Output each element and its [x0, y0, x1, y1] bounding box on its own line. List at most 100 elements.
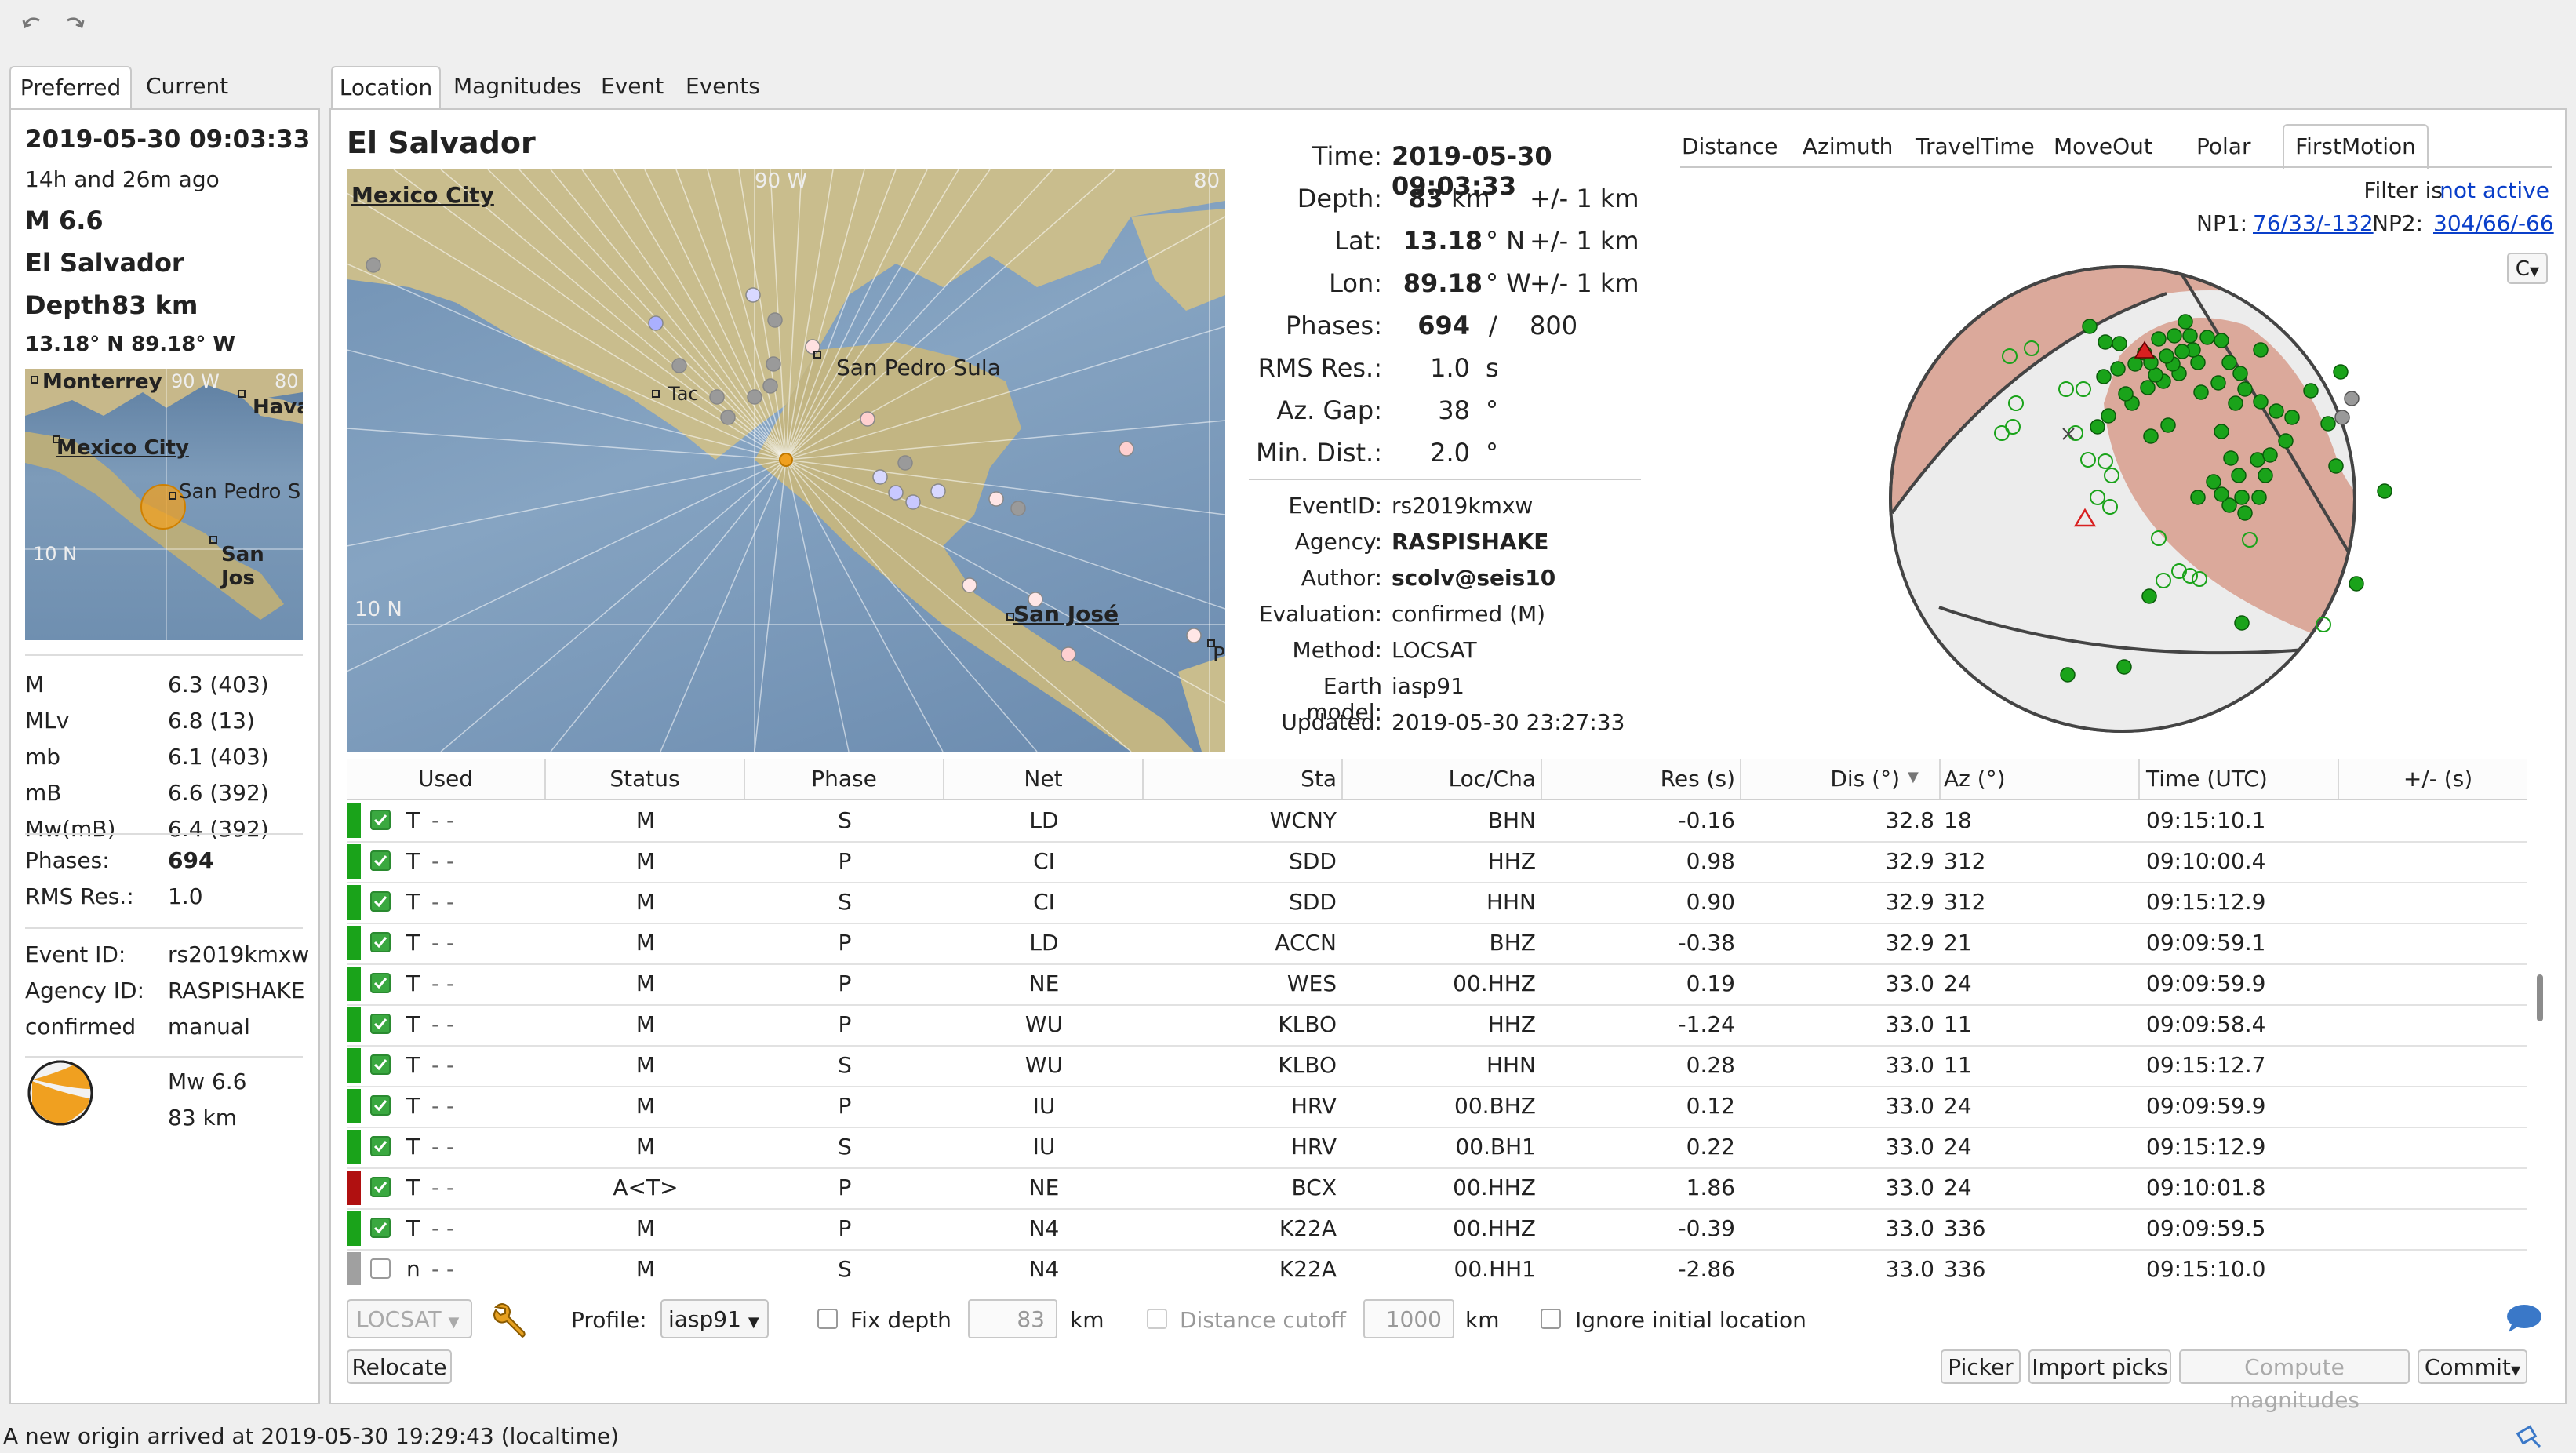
header-loccha[interactable]: Loc/Cha — [1343, 759, 1542, 799]
row-used-checkbox[interactable] — [370, 1218, 391, 1238]
tab-azimuth[interactable]: Azimuth — [1803, 127, 1893, 166]
row-used-checkbox[interactable] — [370, 1054, 391, 1075]
table-row[interactable]: T- - M S LD WCNY BHN -0.16 32.8 18 09:15:10.1 — [347, 800, 2527, 843]
row-flags[interactable]: - - — [431, 800, 494, 841]
row-flags[interactable]: - - — [431, 1249, 494, 1285]
fixdepth-checkbox[interactable] — [817, 1309, 838, 1329]
row-used-checkbox[interactable] — [370, 1095, 391, 1116]
header-time[interactable]: Time (UTC) — [2140, 759, 2339, 799]
row-flags[interactable]: - - — [431, 963, 494, 1004]
row-used-checkbox[interactable] — [370, 1258, 391, 1279]
row-status-flag — [347, 967, 361, 1001]
row-used-checkbox[interactable] — [370, 891, 391, 912]
table-row[interactable]: T- - M P LD ACCN BHZ -0.38 32.9 21 09:09:59.1 — [347, 923, 2527, 965]
row-flags[interactable]: - - — [431, 1045, 494, 1086]
tab-event[interactable]: Event — [601, 66, 664, 110]
origin-agency-label: Agency: — [1294, 529, 1382, 555]
row-used-checkbox[interactable] — [370, 850, 391, 871]
row-flags[interactable]: - - — [431, 923, 494, 963]
locator-select[interactable]: LOCSAT ▼ — [347, 1299, 472, 1338]
row-time-flag[interactable]: T — [406, 1004, 430, 1045]
tab-polar[interactable]: Polar — [2196, 127, 2250, 166]
header-err[interactable]: +/- (s) — [2339, 759, 2535, 799]
table-row[interactable]: n- - M S N4 K22A 00.HH1 -2.86 33.0 336 09:15:10.0 — [347, 1249, 2527, 1285]
profile-select[interactable]: iasp91 ▼ — [660, 1299, 769, 1338]
row-time-flag[interactable]: T — [406, 1167, 430, 1208]
header-net[interactable]: Net — [944, 759, 1144, 799]
row-flags[interactable]: - - — [431, 841, 494, 882]
row-time-flag[interactable]: n — [406, 1249, 430, 1285]
row-time-flag[interactable]: T — [406, 841, 430, 882]
fixdepth-input[interactable]: 83 — [968, 1299, 1057, 1338]
row-used-checkbox[interactable] — [370, 1177, 391, 1197]
picker-button[interactable]: Picker — [1941, 1349, 2021, 1384]
tab-events[interactable]: Events — [686, 66, 760, 110]
table-row[interactable]: T- - M S WU KLBO HHN 0.28 33.0 11 09:15:12.7 — [347, 1045, 2527, 1087]
row-used-checkbox[interactable] — [370, 1014, 391, 1034]
distcutoff-input[interactable]: 1000 — [1363, 1299, 1454, 1338]
table-row[interactable]: T- - M P CI SDD HHZ 0.98 32.9 312 09:10:00.4 — [347, 841, 2527, 883]
distcutoff-checkbox[interactable] — [1147, 1309, 1167, 1329]
table-row[interactable]: T- - M S CI SDD HHN 0.90 32.9 312 09:15:12.9 — [347, 882, 2527, 924]
tab-distance[interactable]: Distance — [1682, 127, 1777, 166]
redo-button[interactable] — [60, 9, 88, 38]
focal-mechanism-plot[interactable] — [1680, 168, 2552, 755]
cell-net: IU — [1032, 1093, 1056, 1119]
beachball-icon[interactable] — [25, 1058, 96, 1128]
header-res[interactable]: Res (s) — [1542, 759, 1741, 799]
table-row[interactable]: T- - M P NE WES 00.HHZ 0.19 33.0 24 09:09:59.9 — [347, 963, 2527, 1006]
row-time-flag[interactable]: T — [406, 882, 430, 923]
row-flags[interactable]: - - — [431, 1086, 494, 1127]
table-row[interactable]: T- - A<T> P NE BCX 00.HHZ 1.86 33.0 24 09:10:01.8 — [347, 1167, 2527, 1210]
tab-current[interactable]: Current — [146, 66, 228, 110]
header-sta[interactable]: Sta — [1144, 759, 1343, 799]
header-phase[interactable]: Phase — [745, 759, 944, 799]
chat-bubble-icon[interactable] — [2504, 1301, 2543, 1335]
row-used-checkbox[interactable] — [370, 932, 391, 952]
relocate-button[interactable]: Relocate — [347, 1349, 452, 1384]
row-time-flag[interactable]: T — [406, 800, 430, 841]
commit-button[interactable]: Commit▼ — [2418, 1349, 2527, 1384]
tab-firstmotion[interactable]: FirstMotion — [2283, 124, 2429, 169]
row-flags[interactable]: - - — [431, 1167, 494, 1208]
table-row[interactable]: T- - M P WU KLBO HHZ -1.24 33.0 11 09:09:58.4 — [347, 1004, 2527, 1047]
undo-button[interactable] — [19, 9, 47, 38]
cell-az: 24 — [1944, 1093, 1972, 1119]
compute-magnitudes-button[interactable]: Compute magnitudes — [2179, 1349, 2410, 1413]
header-az[interactable]: Az (°) — [1941, 759, 2140, 799]
row-flags[interactable]: - - — [431, 1127, 494, 1167]
row-time-flag[interactable]: T — [406, 1045, 430, 1086]
origin-mindist-unit: ° — [1486, 438, 1498, 468]
row-time-flag[interactable]: T — [406, 923, 430, 963]
ignore-initial-checkbox[interactable] — [1541, 1309, 1561, 1329]
table-row[interactable]: T- - M P N4 K22A 00.HHZ -0.39 33.0 336 09:09:59.5 — [347, 1208, 2527, 1251]
header-status[interactable]: Status — [546, 759, 745, 799]
summary-phases-value: 694 — [168, 847, 214, 873]
tab-preferred[interactable]: Preferred — [9, 66, 132, 111]
wrench-icon[interactable] — [488, 1298, 532, 1340]
import-picks-button[interactable]: Import picks — [2028, 1349, 2171, 1384]
row-time-flag[interactable]: T — [406, 1127, 430, 1167]
row-used-checkbox[interactable] — [370, 1136, 391, 1156]
header-used[interactable]: Used — [347, 759, 546, 799]
table-row[interactable]: T- - M P IU HRV 00.BHZ 0.12 33.0 24 09:09:59.9 — [347, 1086, 2527, 1128]
row-used-checkbox[interactable] — [370, 810, 391, 830]
map-label-sanpedro: San Pedro Sula — [836, 355, 1001, 381]
row-flags[interactable]: - - — [431, 1004, 494, 1045]
scrollbar-thumb[interactable] — [2537, 974, 2543, 1021]
tab-magnitudes[interactable]: Magnitudes — [453, 66, 581, 110]
arrival-table[interactable]: Used Status Phase Net Sta Loc/Cha Res (s… — [347, 759, 2535, 1285]
location-map[interactable]: Mexico City San Pedro Sula Tac San José … — [347, 169, 1225, 752]
row-flags[interactable]: - - — [431, 882, 494, 923]
connection-icon[interactable] — [2515, 1422, 2543, 1450]
summary-map[interactable]: Monterrey Havan Mexico City San Pedro S … — [25, 369, 303, 640]
tab-location[interactable]: Location — [331, 66, 441, 111]
row-time-flag[interactable]: T — [406, 963, 430, 1004]
tab-moveout[interactable]: MoveOut — [2054, 127, 2152, 166]
table-row[interactable]: T- - M S IU HRV 00.BH1 0.22 33.0 24 09:15:12.9 — [347, 1127, 2527, 1169]
tab-traveltime[interactable]: TravelTime — [1916, 127, 2035, 166]
row-flags[interactable]: - - — [431, 1208, 494, 1249]
row-time-flag[interactable]: T — [406, 1086, 430, 1127]
row-time-flag[interactable]: T — [406, 1208, 430, 1249]
row-used-checkbox[interactable] — [370, 973, 391, 993]
